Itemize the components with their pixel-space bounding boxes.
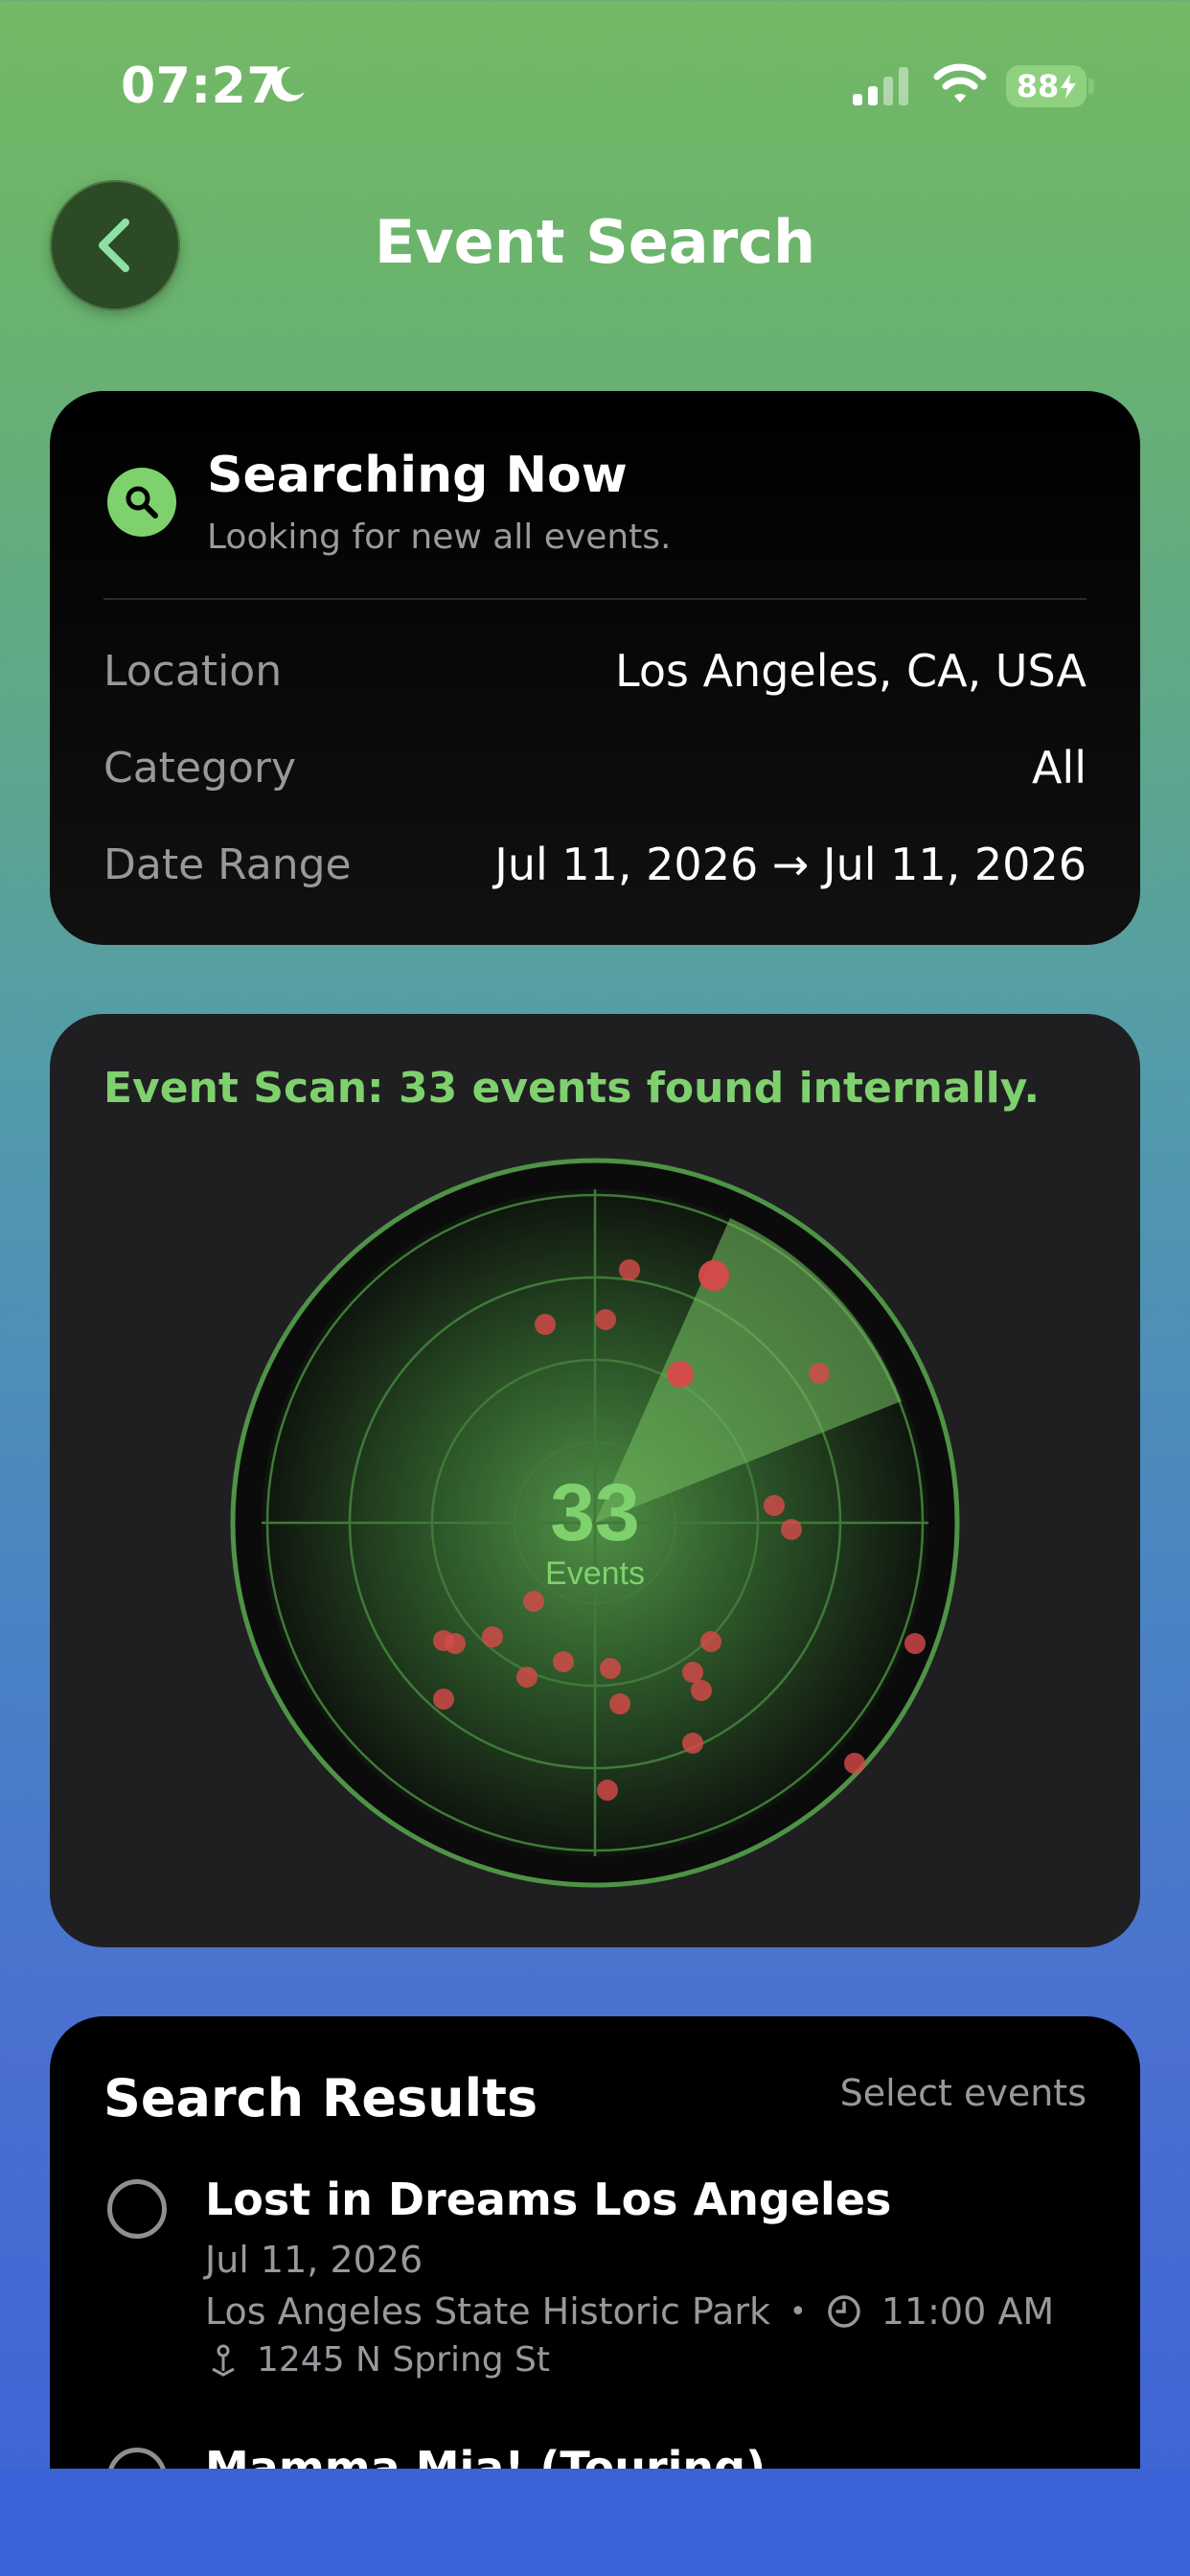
radar-blip <box>809 1363 830 1384</box>
date-range-value: Jul 11, 2026 → Jul 11, 2026 <box>494 839 1087 890</box>
radar-count: 33 <box>550 1467 639 1557</box>
radar-blip <box>597 1780 618 1801</box>
battery-cap <box>1088 79 1094 94</box>
select-events-button[interactable]: Select events <box>840 2072 1087 2114</box>
event-title[interactable]: Lost in Dreams Los Angeles <box>205 2174 891 2225</box>
bottom-band <box>0 2469 1190 2576</box>
clock-icon <box>828 2295 860 2328</box>
event-venue: Los Angeles State Historic Park <box>205 2290 771 2333</box>
battery-charging-icon <box>1061 74 1077 99</box>
wifi-icon <box>933 63 987 103</box>
radar-blip <box>516 1667 538 1688</box>
event-time: 11:00 AM <box>881 2290 1055 2333</box>
search-icon <box>126 486 158 518</box>
search-status-card: Searching Now Looking for new all events… <box>50 391 1140 945</box>
map-pin-icon <box>212 2344 235 2377</box>
radar-blip <box>904 1633 926 1654</box>
radar-blip <box>781 1519 802 1540</box>
radar-blip <box>691 1680 712 1701</box>
event-select-radio[interactable] <box>107 2179 167 2239</box>
radar-blip <box>682 1662 703 1683</box>
moon-icon <box>271 66 305 102</box>
search-status-title: Searching Now <box>207 447 628 504</box>
search-icon-badge <box>107 468 176 537</box>
battery-level: 88 <box>1016 68 1060 104</box>
date-range-row: Date Range Jul 11, 2026 → Jul 11, 2026 <box>103 836 1087 893</box>
category-label: Category <box>103 743 296 793</box>
radar-blip <box>844 1753 865 1774</box>
radar-blip <box>698 1260 729 1291</box>
separator-dot: • <box>790 2294 807 2329</box>
radar-blip <box>433 1689 454 1710</box>
radar-blip <box>609 1693 630 1714</box>
category-row: Category All <box>103 739 1087 796</box>
divider <box>103 598 1087 600</box>
event-address: 1245 N Spring St <box>257 2340 551 2380</box>
event-scan-title: Event Scan: 33 events found internally. <box>103 1064 1041 1113</box>
search-results-title: Search Results <box>103 2068 538 2128</box>
location-row: Location Los Angeles, CA, USA <box>103 642 1087 700</box>
event-scan-card: Event Scan: 33 events found internally. … <box>50 1014 1140 1947</box>
radar-blip <box>667 1361 694 1388</box>
search-status-subtitle: Looking for new all events. <box>207 518 672 557</box>
radar-count-label: Events <box>545 1555 645 1592</box>
page-title: Event Search <box>374 207 816 277</box>
status-bar: 07:27 88 <box>0 0 1190 172</box>
location-label: Location <box>103 646 283 696</box>
radar-blip <box>482 1626 503 1647</box>
event-date: Jul 11, 2026 <box>205 2239 423 2281</box>
event-address-line: 1245 N Spring St <box>205 2340 550 2380</box>
radar-blip <box>600 1658 621 1679</box>
status-time: 07:27 <box>121 58 283 115</box>
battery-indicator: 88 <box>1006 65 1087 107</box>
radar-blip <box>764 1495 785 1516</box>
date-range-label: Date Range <box>103 840 352 889</box>
radar-blip <box>433 1630 454 1651</box>
radar-blip <box>535 1314 556 1335</box>
category-value: All <box>1031 742 1087 794</box>
signal-icon <box>853 67 908 105</box>
radar-blip <box>682 1733 703 1754</box>
radar-blip <box>523 1591 544 1612</box>
location-value: Los Angeles, CA, USA <box>615 645 1087 697</box>
radar-blip <box>553 1651 574 1672</box>
event-venue-line: Los Angeles State Historic Park • 11:00 … <box>205 2290 1054 2333</box>
radar-display: 33 Events <box>230 1158 960 1888</box>
radar-blip <box>619 1259 640 1280</box>
radar-blip <box>700 1631 721 1652</box>
radar-blip <box>595 1309 616 1330</box>
